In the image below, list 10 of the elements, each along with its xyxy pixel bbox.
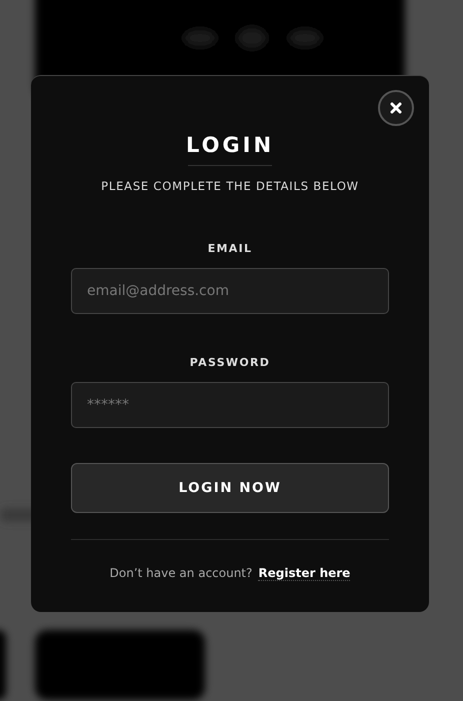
input-field[interactable]: ****** bbox=[71, 382, 389, 428]
modal-title: LOGIN bbox=[186, 133, 274, 158]
field-label: EMAIL bbox=[208, 241, 252, 257]
account-prompt: Don’t have an account? bbox=[110, 566, 252, 580]
subtitle: PLEASE COMPLETE THE DETAILS BELOW bbox=[101, 178, 359, 195]
login-button[interactable]: LOGIN NOW bbox=[71, 463, 389, 513]
field-label: PASSWORD bbox=[190, 355, 270, 371]
register-link[interactable]: Register here bbox=[258, 566, 350, 581]
close-icon bbox=[390, 102, 402, 114]
input-field[interactable]: email@address.com bbox=[71, 268, 389, 314]
